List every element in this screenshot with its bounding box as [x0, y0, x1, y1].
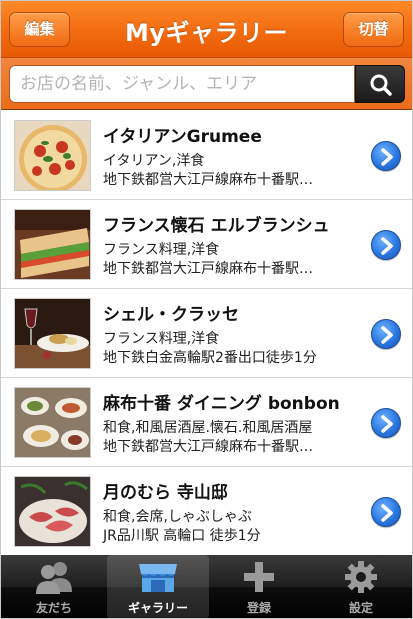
restaurant-thumbnail: [14, 476, 91, 547]
chevron-right-icon: [381, 326, 393, 344]
restaurant-access: 地下鉄都営大江戸線麻布十番駅…: [103, 172, 313, 188]
restaurant-access: 地下鉄都営大江戸線麻布十番駅…: [103, 439, 313, 455]
list-item[interactable]: 月のむら 寺山邸 和食,会席,しゃぶしゃぶ JR品川駅 高輪口 徒歩1分: [1, 467, 412, 556]
restaurant-genre: イタリアン,洋食: [103, 153, 205, 169]
tab-label: 設定: [348, 601, 373, 615]
restaurant-name: イタリアンGrumee: [103, 127, 262, 147]
list-item[interactable]: フランス懐石 エルブランシュ フランス料理,洋食 地下鉄都営大江戸線麻布十番駅…: [1, 200, 412, 289]
tab-gallery[interactable]: ギャラリー: [107, 555, 209, 618]
restaurant-name: 麻布十番 ダイニング bonbon: [103, 394, 340, 414]
restaurant-genre: 和食,会席,しゃぶしゃぶ: [103, 509, 252, 525]
detail-disclosure-button[interactable]: [371, 497, 401, 527]
restaurant-list: イタリアンGrumee イタリアン,洋食 地下鉄都営大江戸線麻布十番駅… フラン…: [1, 111, 412, 556]
restaurant-access: JR品川駅 高輪口 徒歩1分: [103, 528, 261, 544]
detail-disclosure-button[interactable]: [371, 230, 401, 260]
detail-disclosure-button[interactable]: [371, 408, 401, 438]
list-item[interactable]: 麻布十番 ダイニング bonbon 和食,和風居酒屋.懐石.和風居酒屋 地下鉄都…: [1, 378, 412, 467]
chevron-right-icon: [381, 237, 393, 255]
switch-button[interactable]: 切替: [343, 12, 404, 47]
app-screen: 編集 Myギャラリー 切替 お店の名前、ジャンル、エリア イタリアンGrumee…: [0, 0, 413, 619]
restaurant-access: 地下鉄都営大江戸線麻布十番駅…: [103, 261, 313, 277]
restaurant-genre: 和食,和風居酒屋.懐石.和風居酒屋: [103, 420, 313, 436]
restaurant-name: シェル・クラッセ: [103, 305, 239, 325]
restaurant-genre: フランス料理,洋食: [103, 331, 220, 347]
search-bar: [1, 58, 412, 110]
tab-settings[interactable]: 設定: [310, 555, 412, 618]
gear-icon: [345, 561, 377, 593]
restaurant-access: 地下鉄白金高輪駅2番出口徒歩1分: [103, 350, 317, 366]
chevron-right-icon: [381, 148, 393, 166]
tab-label: ギャラリー: [127, 601, 188, 615]
tab-label: 友だち: [35, 601, 72, 615]
restaurant-thumbnail: [14, 298, 91, 369]
restaurant-thumbnail: [14, 387, 91, 458]
tab-register[interactable]: 登録: [208, 555, 310, 618]
chevron-right-icon: [381, 415, 393, 433]
search-icon: [370, 74, 392, 96]
restaurant-thumbnail: [14, 209, 91, 280]
search-input[interactable]: [9, 65, 355, 103]
restaurant-genre: フランス料理,洋食: [103, 242, 220, 258]
list-item[interactable]: イタリアンGrumee イタリアン,洋食 地下鉄都営大江戸線麻布十番駅…: [1, 111, 412, 200]
navigation-bar: 編集 Myギャラリー 切替: [1, 1, 412, 58]
gallery-store-icon: [139, 564, 177, 592]
detail-disclosure-button[interactable]: [371, 319, 401, 349]
detail-disclosure-button[interactable]: [371, 141, 401, 171]
search-button[interactable]: [355, 65, 405, 103]
list-item[interactable]: シェル・クラッセ フランス料理,洋食 地下鉄白金高輪駅2番出口徒歩1分: [1, 289, 412, 378]
restaurant-thumbnail: [14, 120, 91, 191]
tab-friends[interactable]: 友だち: [3, 555, 105, 618]
tab-bar: 友だち ギャラリー 登録 設定: [1, 555, 412, 618]
restaurant-name: フランス懐石 エルブランシュ: [103, 216, 330, 236]
restaurant-name: 月のむら 寺山邸: [103, 483, 228, 503]
plus-icon: [244, 562, 274, 592]
tab-label: 登録: [246, 601, 271, 615]
friends-icon: [36, 562, 72, 594]
chevron-right-icon: [381, 504, 393, 522]
